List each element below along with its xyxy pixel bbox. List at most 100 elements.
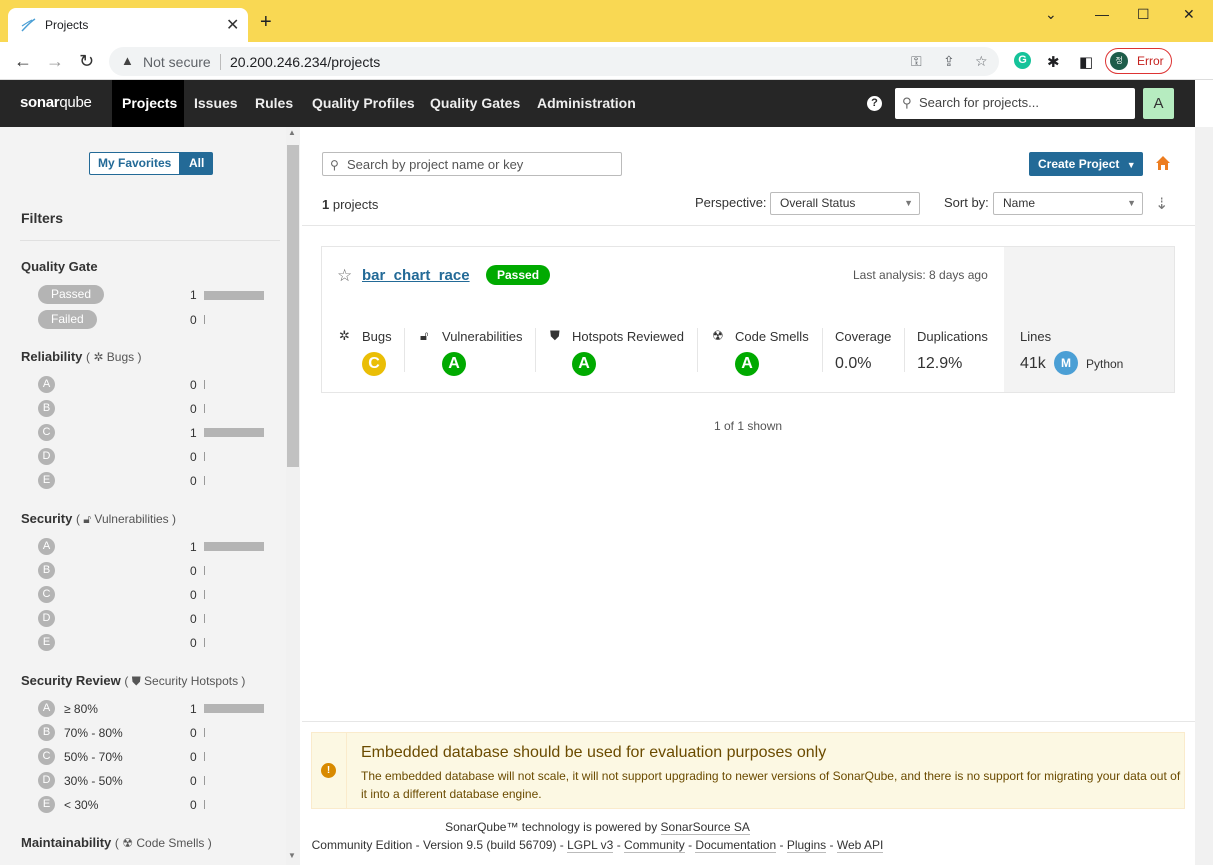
failed-count: 0 [190, 313, 197, 327]
scroll-down-arrow-icon[interactable]: ▼ [288, 851, 296, 860]
minimize-icon[interactable]: — [1095, 6, 1109, 22]
window-close-icon[interactable]: ✕ [1183, 6, 1195, 23]
rating-filter-d[interactable]: D [38, 448, 55, 465]
side-panel-icon[interactable]: ◧ [1079, 53, 1093, 71]
page-scrollbar[interactable] [1195, 127, 1213, 865]
maximize-icon[interactable]: ☐ [1137, 6, 1150, 23]
nav-quality-gates[interactable]: Quality Gates [430, 80, 520, 127]
back-icon[interactable]: ← [14, 51, 32, 71]
url-text[interactable]: 20.200.246.234/projects [230, 54, 380, 70]
nav-projects[interactable]: Projects [112, 80, 184, 127]
nav-quality-profiles[interactable]: Quality Profiles [312, 80, 415, 127]
sonarqube-logo[interactable]: sonarqube [20, 94, 92, 111]
duplications-label[interactable]: Duplications [917, 329, 988, 344]
rating-filter-a[interactable]: A [38, 700, 55, 717]
lgpl-link[interactable]: LGPL v3 [567, 838, 614, 853]
rating-filter-d[interactable]: D [38, 772, 55, 789]
rating-filter-label[interactable]: 70% - 80% [64, 726, 123, 740]
rating-filter-a[interactable]: A [38, 376, 55, 393]
hotspots-reviewed-label[interactable]: Hotspots Reviewed [572, 329, 684, 344]
vulnerabilities-rating[interactable]: A [442, 352, 466, 376]
code-smells-rating[interactable]: A [735, 352, 759, 376]
sonarsource-link[interactable]: SonarSource SA [660, 820, 750, 835]
sort-direction-icon[interactable]: ⇣ [1155, 194, 1168, 214]
favorite-star-icon[interactable]: ☆ [337, 266, 352, 286]
not-secure-label[interactable]: Not secure [143, 54, 211, 70]
embedded-db-warning: ! Embedded database should be used for e… [311, 732, 1185, 809]
rating-filter-label[interactable]: < 30% [64, 798, 98, 812]
nav-rules[interactable]: Rules [255, 80, 293, 127]
create-project-button[interactable]: Create Project ▼ [1029, 152, 1143, 176]
rating-filter-bar [204, 428, 264, 437]
share-icon[interactable]: ⇪ [943, 53, 955, 70]
bookmark-star-icon[interactable]: ☆ [975, 53, 988, 70]
documentation-link[interactable]: Documentation [695, 838, 777, 853]
rating-filter-e[interactable]: E [38, 634, 55, 651]
rating-filter-b[interactable]: B [38, 562, 55, 579]
global-search-input[interactable] [919, 95, 1129, 110]
rating-filter-d[interactable]: D [38, 610, 55, 627]
sort-select[interactable]: Name ▼ [993, 192, 1143, 215]
browser-tab[interactable]: Projects ✕ [8, 8, 248, 42]
key-icon[interactable]: ⚿ [911, 53, 922, 70]
bugs-rating[interactable]: C [362, 352, 386, 376]
help-icon[interactable]: ? [867, 96, 882, 111]
hotspots-rating[interactable]: A [572, 352, 596, 376]
new-tab-icon[interactable]: + [260, 12, 272, 32]
my-favorites-toggle[interactable]: My Favorites [89, 152, 181, 175]
rating-filter-b[interactable]: B [38, 724, 55, 741]
rating-filter-e[interactable]: E [38, 796, 55, 813]
code-smells-label[interactable]: Code Smells [735, 329, 809, 344]
global-search[interactable]: ⚲ [895, 88, 1135, 119]
project-name-link[interactable]: bar_chart_race [362, 267, 470, 284]
plugins-link[interactable]: Plugins [786, 838, 827, 853]
rating-filter-bar [204, 452, 205, 461]
user-avatar[interactable]: A [1143, 88, 1174, 119]
rating-filter-label[interactable]: ≥ 80% [64, 702, 98, 716]
filter-passed[interactable]: Passed [38, 285, 105, 304]
nav-issues[interactable]: Issues [194, 80, 238, 127]
all-toggle[interactable]: All [180, 152, 214, 175]
perspective-select[interactable]: Overall Status ▼ [770, 192, 920, 215]
tab-search-chevron-icon[interactable]: ⌄ [1045, 6, 1057, 23]
rating-filter-count: 0 [190, 564, 197, 578]
rating-filter-bar [204, 404, 205, 413]
web-api-link[interactable]: Web API [836, 838, 884, 853]
scroll-up-arrow-icon[interactable]: ▲ [288, 128, 296, 137]
profile-button[interactable]: 정 Error [1105, 48, 1172, 74]
rating-filter-b[interactable]: B [38, 400, 55, 417]
powered-text: SonarQube™ technology is powered by [445, 820, 658, 834]
warning-triangle-icon[interactable]: ▲ [121, 53, 134, 68]
forward-icon[interactable]: → [46, 51, 64, 71]
rating-filter-c[interactable]: C [38, 424, 55, 441]
reload-icon[interactable]: ↻ [79, 51, 94, 71]
rating-filter-e[interactable]: E [38, 472, 55, 489]
rating-filter-bar [204, 380, 205, 389]
shield-icon: ⛊ [550, 328, 560, 343]
coverage-label[interactable]: Coverage [835, 329, 891, 344]
sidebar-scrollbar-thumb[interactable] [287, 145, 299, 467]
extensions-puzzle-icon[interactable]: ✱ [1047, 53, 1060, 71]
bugs-label[interactable]: Bugs [362, 329, 392, 344]
rating-filter-a[interactable]: A [38, 538, 55, 555]
home-icon[interactable] [1154, 154, 1172, 172]
grammarly-extension-icon[interactable]: G [1014, 52, 1031, 69]
project-search-input[interactable] [347, 157, 617, 172]
footer-sep: - [616, 838, 621, 852]
rating-filter-label[interactable]: 30% - 50% [64, 774, 123, 788]
coverage-value[interactable]: 0.0% [835, 355, 871, 373]
duplications-value[interactable]: 12.9% [917, 355, 962, 373]
rating-filter-c[interactable]: C [38, 748, 55, 765]
vulnerabilities-label[interactable]: Vulnerabilities [442, 329, 522, 344]
filter-failed[interactable]: Failed [38, 310, 97, 329]
tab-close-icon[interactable]: ✕ [226, 15, 239, 35]
sonarqube-favicon-icon [21, 18, 36, 32]
rating-filter-label[interactable]: 50% - 70% [64, 750, 123, 764]
profile-avatar: 정 [1110, 52, 1128, 70]
address-bar[interactable]: ▲ Not secure 20.200.246.234/projects ⚿ ⇪… [109, 47, 999, 76]
nav-administration[interactable]: Administration [537, 80, 636, 127]
rating-filter-count: 0 [190, 402, 197, 416]
project-search[interactable]: ⚲ [322, 152, 622, 176]
community-link[interactable]: Community [624, 838, 685, 853]
rating-filter-c[interactable]: C [38, 586, 55, 603]
